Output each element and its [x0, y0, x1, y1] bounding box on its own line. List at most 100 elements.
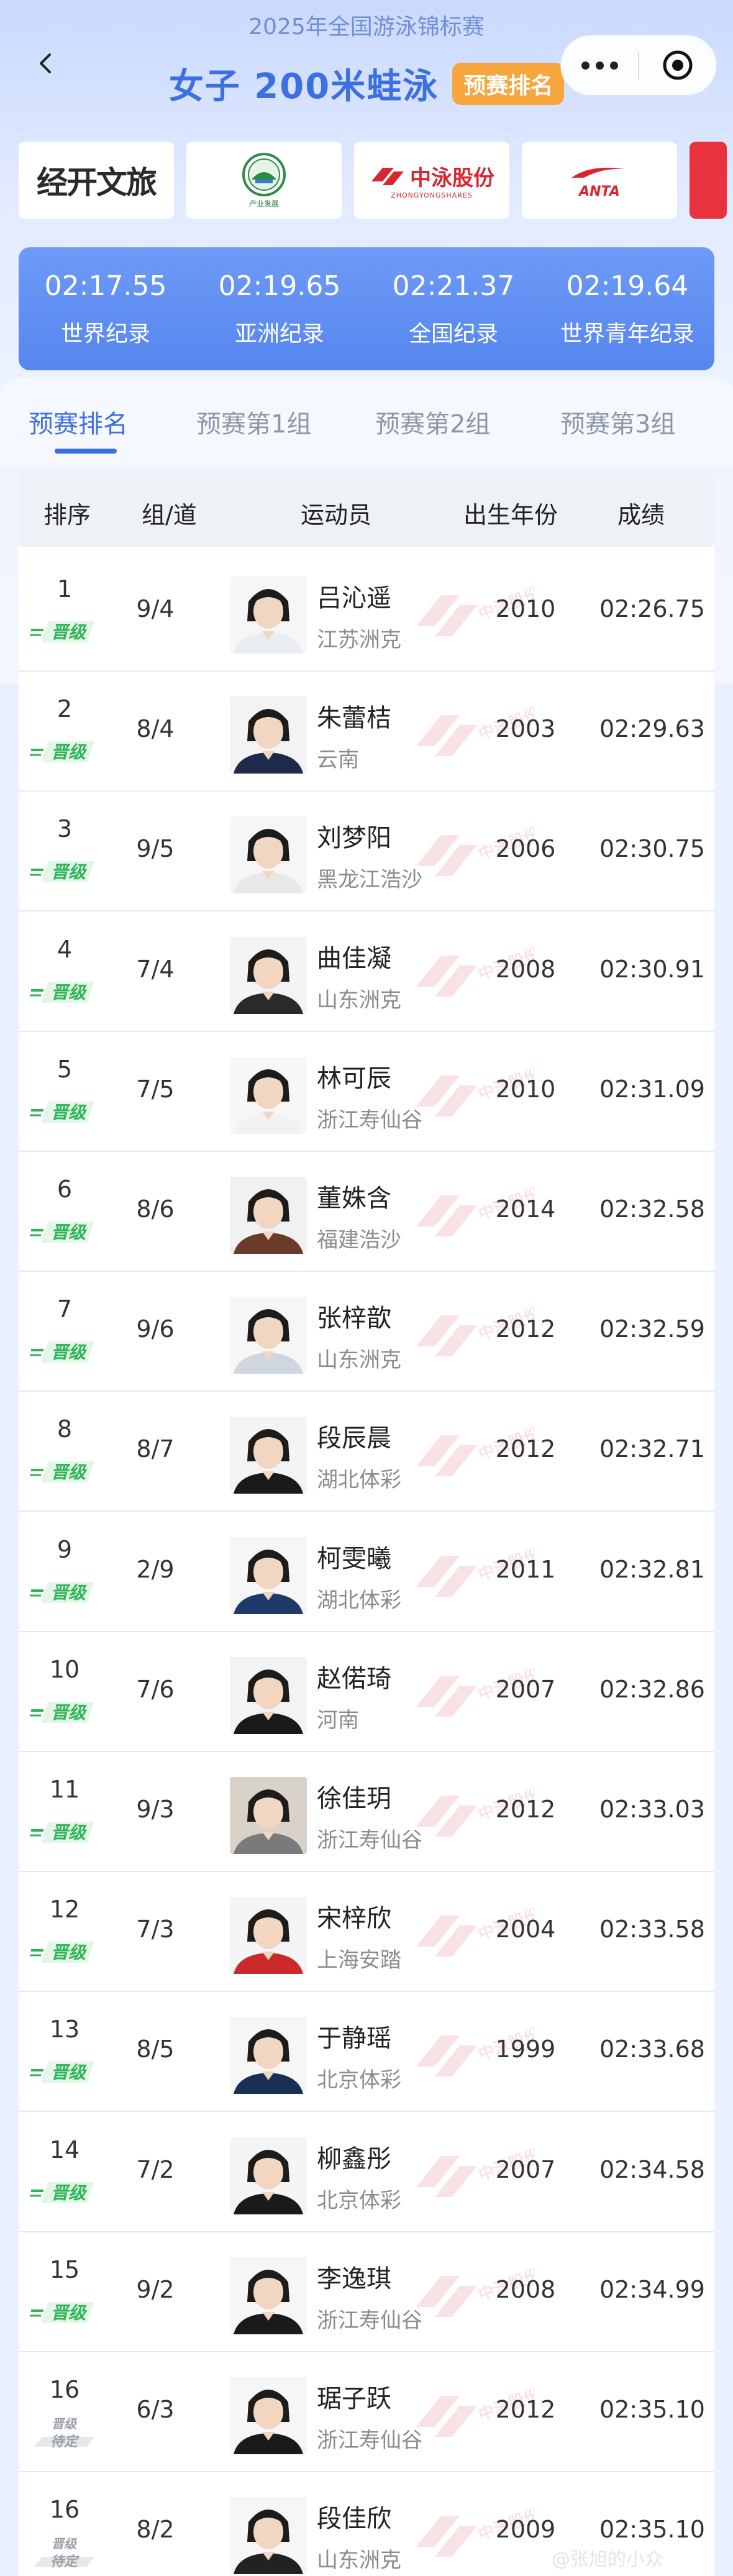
sponsor-emblem[interactable]: 产业发展 [186, 142, 342, 219]
rank-number: 11 [49, 1776, 80, 1803]
table-row[interactable]: 2 晋级 8/4 中泳股份 朱蕾桔 云南 2003 02:29.63 [19, 672, 714, 792]
rank-number: 16 [49, 2376, 80, 2403]
records-panel: 02:17.55 世界纪录 02:19.65 亚洲纪录 02:21.37 全国纪… [19, 247, 714, 370]
birth-year: 2007 [495, 1676, 556, 1703]
rank-number: 3 [57, 815, 73, 843]
result-time: 02:32.71 [599, 1435, 705, 1463]
table-row[interactable]: 3 晋级 9/5 中泳股份 刘梦阳 黑龙江浩沙 2006 02:30.75 [19, 792, 714, 911]
table-row[interactable]: 4 晋级 7/4 中泳股份 曲佳凝 山东洲克 2008 02:30.91 [19, 912, 714, 1032]
table-row[interactable]: 16 晋级 待定 6/3 中泳股份 琚子跃 浙江寿仙谷 2012 02:35.1… [19, 2352, 714, 2472]
tab-heat-1[interactable]: 预赛第1组 [196, 404, 311, 440]
athlete-avatar [230, 1537, 307, 1614]
rank-number: 10 [49, 1656, 80, 1683]
birth-year: 2008 [495, 2276, 556, 2303]
table-row[interactable]: 8 晋级 8/7 中泳股份 段辰晨 湖北体彩 2012 02:32.71 [19, 1392, 714, 1512]
table-row[interactable]: 13 晋级 8/5 中泳股份 于静瑶 北京体彩 1999 02:33.68 [19, 1992, 714, 2112]
athlete-club: 浙江寿仙谷 [317, 2308, 422, 2333]
birth-year: 2010 [495, 1076, 556, 1103]
rank-number: 6 [57, 1176, 73, 1203]
record-world-junior: 02:19.64 世界青年纪录 [540, 247, 714, 370]
table-row[interactable]: 7 晋级 9/6 中泳股份 张梓歆 山东洲克 2012 02:32.59 [19, 1272, 714, 1392]
close-miniprogram-button[interactable] [639, 35, 716, 96]
table-row[interactable]: 6 晋级 8/6 中泳股份 董姝含 福建浩沙 2014 02:32.58 [19, 1152, 714, 1272]
athlete-photo-icon [234, 1189, 303, 1254]
rank-number: 13 [49, 2016, 80, 2043]
record-asia: 02:19.65 亚洲纪录 [193, 247, 366, 370]
record-label: 亚洲纪录 [234, 321, 324, 347]
group-lane: 9/4 [136, 595, 175, 623]
qualified-badge-icon: 晋级 [30, 1942, 94, 1963]
group-lane: 8/7 [136, 1435, 175, 1463]
qualified-badge-icon: 晋级 [30, 2062, 94, 2083]
birth-year: 2008 [495, 956, 556, 983]
table-row[interactable]: 14 晋级 7/2 中泳股份 柳鑫彤 北京体彩 2007 02:34.58 [19, 2112, 714, 2232]
qualified-badge-icon: 晋级 [30, 1341, 94, 1363]
svg-text:晋级: 晋级 [51, 1583, 87, 1603]
tab-bar: 预赛排名 预赛第1组 预赛第2组 预赛第3组 [0, 379, 733, 467]
result-time: 02:35.10 [599, 2516, 705, 2543]
rank-number: 4 [57, 936, 73, 963]
sponsor-anta[interactable]: ANTA [522, 142, 677, 219]
table-row[interactable]: 15 晋级 9/2 中泳股份 李逸琪 浙江寿仙谷 2008 02:34.99 [19, 2232, 714, 2352]
more-button[interactable] [561, 35, 638, 96]
athlete-avatar [230, 2137, 307, 2214]
sponsor-jingkai[interactable]: 经开文旅 [19, 142, 174, 219]
athlete-name: 朱蕾桔 [317, 704, 391, 733]
athlete-name: 于静瑶 [317, 2024, 391, 2053]
table-row[interactable]: 9 晋级 2/9 中泳股份 柯雯曦 湖北体彩 2011 02:32.81 [19, 1512, 714, 1632]
athlete-club: 北京体彩 [317, 2068, 401, 2093]
athlete-photo-icon [234, 949, 303, 1014]
athlete-photo-icon [234, 2510, 303, 2574]
result-time: 02:30.91 [599, 956, 705, 983]
athlete-name: 刘梦阳 [317, 824, 391, 852]
athlete-avatar [230, 1297, 307, 1374]
athlete-club: 北京体彩 [317, 2188, 401, 2213]
athlete-name: 宋梓欣 [317, 1904, 391, 1933]
group-lane: 7/6 [136, 1676, 175, 1703]
result-time: 02:32.86 [599, 1676, 705, 1703]
sponsor-zhongyong[interactable]: 中泳股份 ZHONGYONGSHARES [354, 142, 509, 219]
qualified-badge-icon: 晋级 [30, 741, 94, 762]
athlete-photo-icon [234, 709, 303, 774]
group-lane: 8/4 [136, 715, 175, 742]
more-dot-icon [581, 61, 590, 70]
record-label: 全国纪录 [408, 321, 498, 347]
svg-text:晋级: 晋级 [51, 622, 87, 642]
athlete-club: 山东洲克 [317, 1348, 401, 1372]
table-row[interactable]: 11 晋级 9/3 中泳股份 徐佳玥 浙江寿仙谷 2012 02:33.03 [19, 1752, 714, 1872]
birth-year: 2012 [495, 1315, 556, 1343]
sponsor-partial[interactable] [690, 142, 727, 219]
athlete-avatar [230, 1777, 307, 1854]
rank-number: 9 [57, 1536, 73, 1563]
birth-year: 2012 [495, 1435, 556, 1463]
svg-text:晋级: 晋级 [51, 1462, 87, 1482]
table-row[interactable]: 12 晋级 7/3 中泳股份 宋梓欣 上海安踏 2004 02:33.58 [19, 1872, 714, 1992]
athlete-photo-icon [234, 1550, 303, 1614]
table-row[interactable]: 5 晋级 7/5 中泳股份 林可辰 浙江寿仙谷 2010 02:31.09 [19, 1032, 714, 1152]
athlete-name: 张梓歆 [317, 1304, 391, 1333]
results-table: 排序 组/道 运动员 出生年份 成绩 1 晋级 9/4 中泳股份 吕沁遥 江苏洲… [19, 472, 714, 2576]
athlete-name: 徐佳玥 [317, 1784, 391, 1813]
target-close-icon [663, 50, 693, 80]
tab-heat-2[interactable]: 预赛第2组 [375, 404, 490, 440]
athlete-name: 柳鑫彤 [317, 2145, 391, 2173]
tab-heat-ranking[interactable]: 预赛排名 [29, 404, 128, 440]
group-lane: 6/3 [136, 2396, 175, 2423]
athlete-club: 湖北体彩 [317, 1468, 401, 1492]
rank-number: 8 [57, 1415, 73, 1443]
birth-year: 2014 [495, 1195, 556, 1223]
qualified-badge-icon: 晋级 [30, 1582, 94, 1603]
athlete-avatar [230, 1177, 307, 1254]
header-result: 成绩 [617, 501, 665, 529]
header-rank: 排序 [43, 501, 91, 529]
svg-text:晋级: 晋级 [51, 2062, 87, 2083]
athlete-photo-icon [234, 1789, 303, 1854]
tab-heat-3[interactable]: 预赛第3组 [560, 404, 675, 440]
emblem-caption: 产业发展 [248, 199, 279, 208]
table-row[interactable]: 1 晋级 9/4 中泳股份 吕沁遥 江苏洲克 2010 02:26.75 [19, 552, 714, 672]
table-header: 排序 组/道 运动员 出生年份 成绩 [19, 472, 714, 547]
table-row[interactable]: 10 晋级 7/6 中泳股份 赵偌琦 河南 2007 02:32.86 [19, 1632, 714, 1752]
record-national: 02:21.37 全国纪录 [366, 247, 540, 370]
group-lane: 7/5 [136, 1076, 175, 1103]
rank-number: 15 [49, 2256, 80, 2283]
